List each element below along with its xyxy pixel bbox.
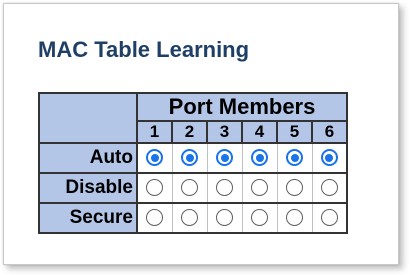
- radio-disable-port-2[interactable]: [181, 179, 198, 197]
- port-header-5: 5: [276, 120, 313, 144]
- mac-learning-table: Port Members 1 2 3 4 5 6 Auto Disable Se…: [38, 92, 348, 234]
- table-corner-cell: [38, 92, 138, 144]
- radio-secure-port-4[interactable]: [251, 209, 268, 227]
- table-row-disable: Disable: [38, 172, 348, 204]
- radio-disable-port-4[interactable]: [251, 179, 268, 197]
- port-members-header: Port Members: [136, 92, 348, 122]
- radio-secure-port-3[interactable]: [216, 209, 233, 227]
- radio-disable-port-6[interactable]: [320, 179, 338, 197]
- port-header-1: 1: [136, 120, 173, 144]
- radio-secure-port-1[interactable]: [146, 209, 164, 227]
- panel-frame: MAC Table Learning Port Members 1 2 3 4 …: [3, 3, 399, 265]
- port-header-6: 6: [311, 120, 348, 144]
- port-header-2: 2: [171, 120, 208, 144]
- radio-secure-port-6[interactable]: [320, 209, 338, 227]
- table-row-secure: Secure: [38, 202, 348, 234]
- radio-disable-port-1[interactable]: [146, 179, 164, 197]
- radio-auto-port-6[interactable]: [320, 149, 338, 167]
- port-header-4: 4: [241, 120, 278, 144]
- port-header-3: 3: [206, 120, 243, 144]
- radio-secure-port-2[interactable]: [181, 209, 198, 227]
- section-title: MAC Table Learning: [38, 37, 250, 62]
- table-row-auto: Auto: [38, 142, 348, 174]
- radio-auto-port-4[interactable]: [251, 149, 268, 167]
- row-label-auto: Auto: [38, 142, 138, 174]
- radio-auto-port-2[interactable]: [181, 149, 198, 167]
- radio-auto-port-5[interactable]: [286, 149, 303, 167]
- radio-auto-port-1[interactable]: [146, 149, 164, 167]
- radio-auto-port-3[interactable]: [216, 149, 233, 167]
- row-label-secure: Secure: [38, 202, 138, 234]
- radio-disable-port-5[interactable]: [286, 179, 303, 197]
- radio-disable-port-3[interactable]: [216, 179, 233, 197]
- radio-secure-port-5[interactable]: [286, 209, 303, 227]
- row-label-disable: Disable: [38, 172, 138, 204]
